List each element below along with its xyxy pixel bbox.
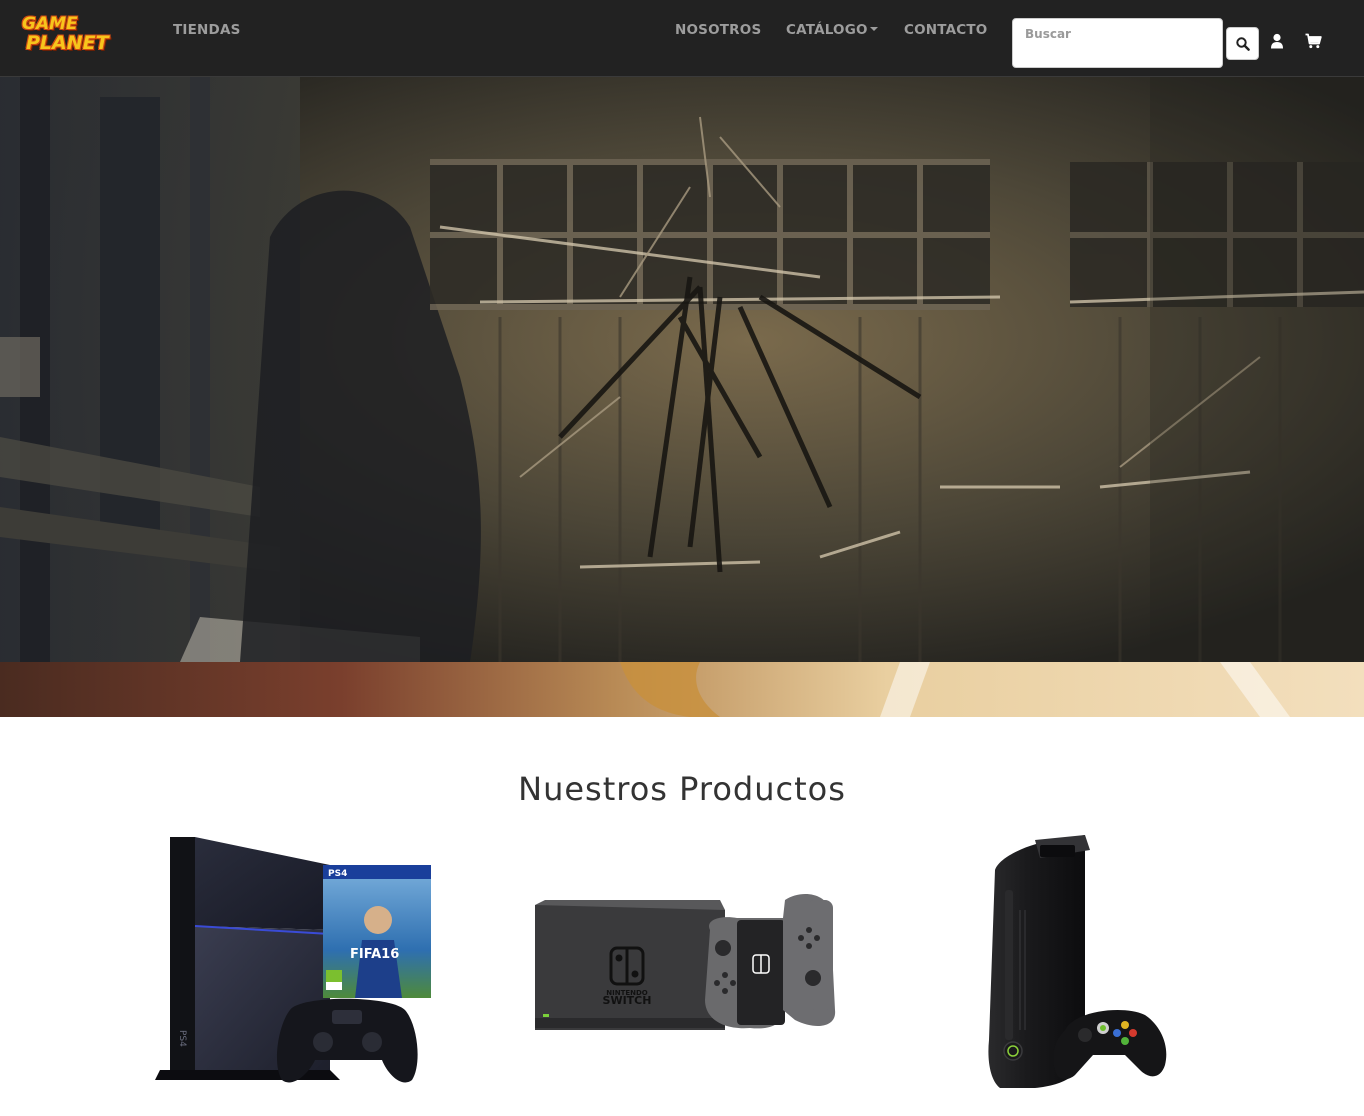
hero-strip-image [0,662,1364,717]
svg-text:PS4: PS4 [177,1030,187,1047]
nintendo-switch-image: NINTENDO SWITCH [535,894,836,1030]
product-nintendo-switch[interactable]: NINTENDO SWITCH [525,880,845,1040]
hero-carousel[interactable] [0,77,1364,662]
nav-link-tiendas[interactable]: TIENDAS [173,22,241,38]
product-ps4-bundle[interactable]: PS4 PS4 FIFA16 [150,830,440,1090]
nav-link-contacto[interactable]: CONTACTO [904,22,987,38]
product-xbox-360-elite[interactable] [975,830,1175,1092]
hero-lower-strip [0,662,1364,717]
shopping-cart-icon[interactable] [1305,33,1322,49]
products-section-title: Nuestros Productos [518,770,846,808]
navbar: GAME PLANET TIENDAS NOSOTROS CATÁLOGO CO… [0,0,1364,77]
search-icon [1235,36,1250,51]
user-icon[interactable] [1270,33,1284,49]
hero-image [0,77,1364,662]
nav-dropdown-catalogo[interactable]: CATÁLOGO [786,22,878,38]
game-planet-logo[interactable]: GAME PLANET [18,14,126,58]
nav-link-nosotros[interactable]: NOSOTROS [675,22,761,38]
caret-down-icon [869,27,878,31]
logo-line-1: GAME [22,14,78,34]
nav-catalogo-label: CATÁLOGO [786,22,868,38]
xbox-360-elite-image [988,835,1167,1088]
fifa-label: FIFA16 [350,947,399,962]
ps4-box-label: PS4 [328,869,347,879]
ps4-bundle-image: PS4 PS4 FIFA16 [155,837,431,1083]
logo-line-2: PLANET [26,32,109,54]
svg-text:SWITCH: SWITCH [603,994,652,1007]
search-button[interactable] [1226,27,1259,60]
search-input[interactable] [1012,18,1223,68]
